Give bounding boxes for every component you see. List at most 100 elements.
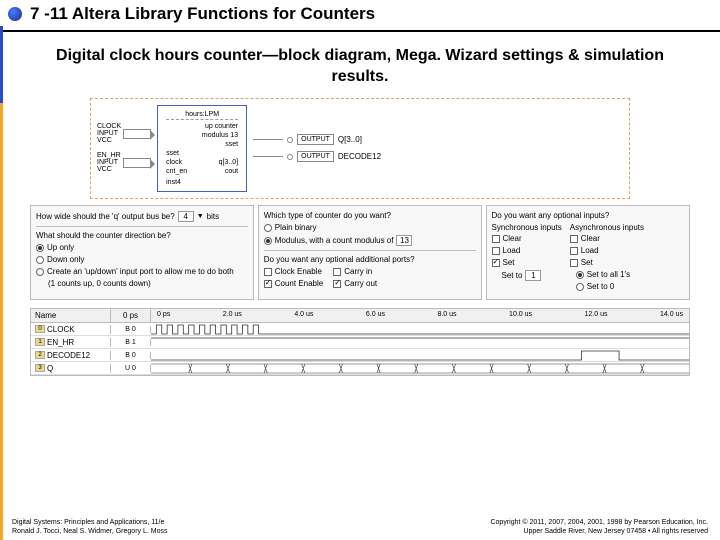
instance-label: inst4 bbox=[166, 178, 238, 187]
counter-block: hours:LPM up counter modulus 13 sset sse… bbox=[157, 105, 247, 193]
signal-icon: 0 bbox=[35, 325, 45, 333]
signal-row-decode: 2DECODE12 B 0 bbox=[31, 349, 689, 362]
out-label: DECODE12 bbox=[338, 152, 381, 161]
radio-down[interactable] bbox=[36, 256, 44, 264]
footer: Digital Systems: Principles and Applicat… bbox=[0, 519, 720, 536]
check-carryout[interactable] bbox=[333, 280, 341, 288]
out-type: OUTPUT bbox=[297, 151, 334, 162]
time-tick: 10.0 us bbox=[509, 311, 532, 320]
signal-value: B 0 bbox=[111, 326, 151, 333]
signal-name: DECODE12 bbox=[47, 351, 90, 360]
column-header: Synchronous inputs bbox=[492, 223, 562, 232]
question-label: Do you want any optional additional port… bbox=[264, 255, 476, 264]
pin-label: EN_HR bbox=[97, 152, 121, 159]
option-label: Create an 'up/down' input port to allow … bbox=[47, 267, 234, 276]
port-label: clock bbox=[166, 158, 182, 167]
footer-copyright: Copyright © 2011, 2007, 2004, 2001, 1998… bbox=[490, 519, 708, 527]
block-header: hours:LPM bbox=[166, 110, 238, 120]
signal-row-clock: 0CLOCK B 0 bbox=[31, 323, 689, 336]
settings-panels: How wide should the 'q' output bus be? 4… bbox=[30, 205, 690, 300]
option-label: Clear bbox=[581, 234, 600, 243]
pin-type: INPUT bbox=[97, 159, 121, 166]
option-label: Load bbox=[503, 246, 521, 255]
clock-waveform bbox=[151, 323, 689, 336]
out-label: Q[3..0] bbox=[338, 135, 362, 144]
bits-select[interactable]: 4 bbox=[178, 211, 194, 222]
decode-waveform bbox=[151, 349, 689, 362]
check-a-clear[interactable] bbox=[570, 235, 578, 243]
option-label: Clock Enable bbox=[275, 267, 322, 276]
option-label: Carry in bbox=[344, 267, 372, 276]
panel-type-ports: Which type of counter do you want? Plain… bbox=[258, 205, 482, 300]
setto-label: Set to bbox=[502, 271, 523, 280]
option-label: Clear bbox=[503, 234, 522, 243]
option-label: Up only bbox=[47, 243, 74, 252]
time-ruler: 0 ps 2.0 us 4.0 us 6.0 us 8.0 us 10.0 us… bbox=[151, 309, 689, 322]
time-tick: 4.0 us bbox=[294, 311, 313, 320]
question-label: Which type of counter do you want? bbox=[264, 211, 476, 220]
time-tick: 12.0 us bbox=[585, 311, 608, 320]
block-desc: up counter bbox=[166, 122, 238, 131]
output-pin-q: OUTPUT Q[3..0] bbox=[253, 134, 381, 145]
check-cnten[interactable] bbox=[264, 280, 272, 288]
out-type: OUTPUT bbox=[297, 134, 334, 145]
subtitle: Digital clock hours counter—block diagra… bbox=[40, 46, 680, 88]
q-waveform bbox=[151, 362, 689, 375]
pin-vcc: VCC bbox=[97, 137, 121, 144]
time-tick: 6.0 us bbox=[366, 311, 385, 320]
radio-updown[interactable] bbox=[36, 268, 44, 276]
port-label: cnt_en bbox=[166, 167, 187, 176]
question-label: How wide should the 'q' output bus be? bbox=[36, 212, 175, 221]
port-label: cout bbox=[225, 167, 238, 176]
option-label: Count Enable bbox=[275, 279, 323, 288]
port-label: sset bbox=[166, 149, 179, 158]
check-carryin[interactable] bbox=[333, 268, 341, 276]
col-val-header: 0 ps bbox=[111, 309, 151, 322]
radio-plain[interactable] bbox=[264, 224, 272, 232]
radio-modulus[interactable] bbox=[264, 237, 272, 245]
check-s-clear[interactable] bbox=[492, 235, 500, 243]
question-label: Do you want any optional inputs? bbox=[492, 211, 685, 220]
time-tick: 0 ps bbox=[157, 311, 170, 320]
output-pin-decode: OUTPUT DECODE12 bbox=[253, 151, 381, 162]
radio-set-0[interactable] bbox=[576, 283, 584, 291]
pin-type: INPUT bbox=[97, 130, 121, 137]
question-label: What should the counter direction be? bbox=[36, 231, 248, 240]
check-s-set[interactable] bbox=[492, 259, 500, 267]
pin-shape-icon bbox=[123, 158, 151, 168]
panel-width-direction: How wide should the 'q' output bus be? 4… bbox=[30, 205, 254, 300]
option-label: Carry out bbox=[344, 279, 377, 288]
col-name-header: Name bbox=[31, 309, 111, 322]
check-a-set[interactable] bbox=[570, 259, 578, 267]
signal-icon: 3 bbox=[35, 364, 45, 372]
modulus-input[interactable]: 13 bbox=[396, 235, 412, 246]
footer-address: Upper Saddle River, New Jersey 07458 • A… bbox=[490, 528, 708, 536]
signal-name: Q bbox=[47, 364, 53, 373]
signal-value: U 0 bbox=[111, 365, 151, 372]
bullet-dot bbox=[8, 7, 22, 21]
pin-label: CLOCK bbox=[97, 123, 121, 130]
radio-up[interactable] bbox=[36, 244, 44, 252]
signal-icon: 2 bbox=[35, 351, 45, 359]
input-pin-clock: CLOCKINPUTVCC bbox=[97, 123, 151, 144]
panel-optional-inputs: Do you want any optional inputs? Synchro… bbox=[486, 205, 691, 300]
pin-vcc: VCC bbox=[97, 166, 121, 173]
radio-set-all1[interactable] bbox=[576, 271, 584, 279]
signal-value: B 0 bbox=[111, 352, 151, 359]
footer-book-title: Digital Systems: Principles and Applicat… bbox=[12, 519, 167, 527]
setto-input[interactable]: 1 bbox=[525, 270, 541, 281]
signal-icon: 1 bbox=[35, 338, 45, 346]
option-sublabel: (1 counts up, 0 counts down) bbox=[36, 279, 248, 288]
check-a-load[interactable] bbox=[570, 247, 578, 255]
check-clken[interactable] bbox=[264, 268, 272, 276]
page-title: 7 -11 Altera Library Functions for Count… bbox=[30, 4, 375, 24]
check-s-load[interactable] bbox=[492, 247, 500, 255]
block-desc: sset bbox=[166, 140, 238, 149]
signal-row-enhr: 1EN_HR B 1 bbox=[31, 336, 689, 349]
simulation-waveform: Name 0 ps 0 ps 2.0 us 4.0 us 6.0 us 8.0 … bbox=[30, 308, 690, 376]
option-label: Set bbox=[581, 258, 593, 267]
option-label: Modulus, with a count modulus of bbox=[275, 236, 394, 245]
input-pin-enhr: EN_HRINPUTVCC bbox=[97, 152, 151, 173]
time-tick: 14.0 us bbox=[660, 311, 683, 320]
time-tick: 2.0 us bbox=[223, 311, 242, 320]
